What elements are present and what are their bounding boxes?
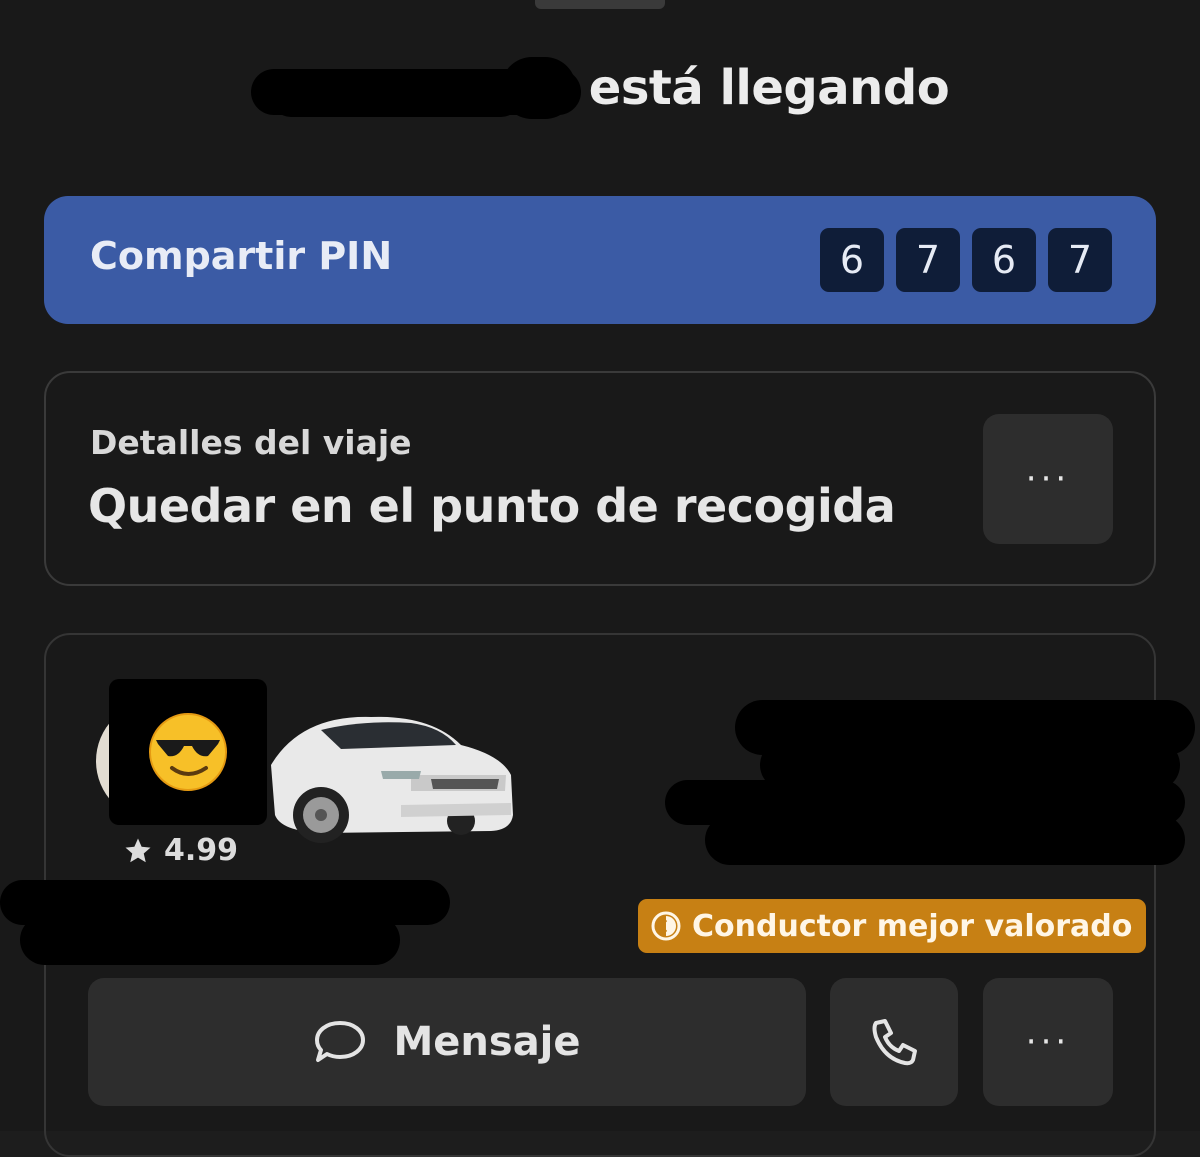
message-button[interactable]: Mensaje	[88, 978, 806, 1106]
pin-digit: 7	[1048, 228, 1112, 292]
trip-more-button[interactable]: ···	[983, 414, 1113, 544]
driver-avatar[interactable]	[109, 679, 267, 825]
arrival-title-text: está llegando	[588, 60, 950, 116]
redacted-driver-name	[250, 57, 581, 119]
bottom-sheet: está llegando Compartir PIN 6 7 6 7 Deta…	[0, 0, 1200, 1157]
sunglasses-emoji-icon	[149, 713, 227, 791]
pin-digit: 6	[972, 228, 1036, 292]
drag-handle[interactable]	[535, 0, 665, 9]
more-icon: ···	[1025, 1022, 1071, 1062]
phone-icon	[872, 1019, 917, 1066]
message-label: Mensaje	[393, 1019, 581, 1065]
rating-value: 4.99	[164, 833, 239, 868]
trip-details-card[interactable]: Detalles del viaje Quedar en el punto de…	[44, 371, 1156, 586]
share-pin-label: Compartir PIN	[90, 234, 393, 278]
badge-label: Conductor mejor valorado	[692, 908, 1133, 944]
top-rated-badge: Conductor mejor valorado	[638, 899, 1147, 953]
pin-digit: 7	[896, 228, 960, 292]
car-image	[271, 716, 513, 843]
call-button[interactable]	[830, 978, 958, 1106]
share-pin-card[interactable]: Compartir PIN 6 7 6 7	[44, 196, 1156, 324]
arrival-title: está llegando	[0, 52, 1200, 124]
driver-more-button[interactable]: ···	[983, 978, 1113, 1106]
pin-digit: 6	[820, 228, 884, 292]
message-icon	[315, 1021, 366, 1062]
badge-icon	[651, 911, 681, 941]
star-icon	[125, 838, 151, 862]
trip-details-subtitle: Detalles del viaje	[90, 423, 412, 462]
more-icon: ···	[1025, 459, 1071, 499]
trip-details-title: Quedar en el punto de recogida	[88, 479, 896, 533]
pin-digits: 6 7 6 7	[820, 228, 1112, 292]
driver-rating: 4.99	[122, 833, 238, 868]
